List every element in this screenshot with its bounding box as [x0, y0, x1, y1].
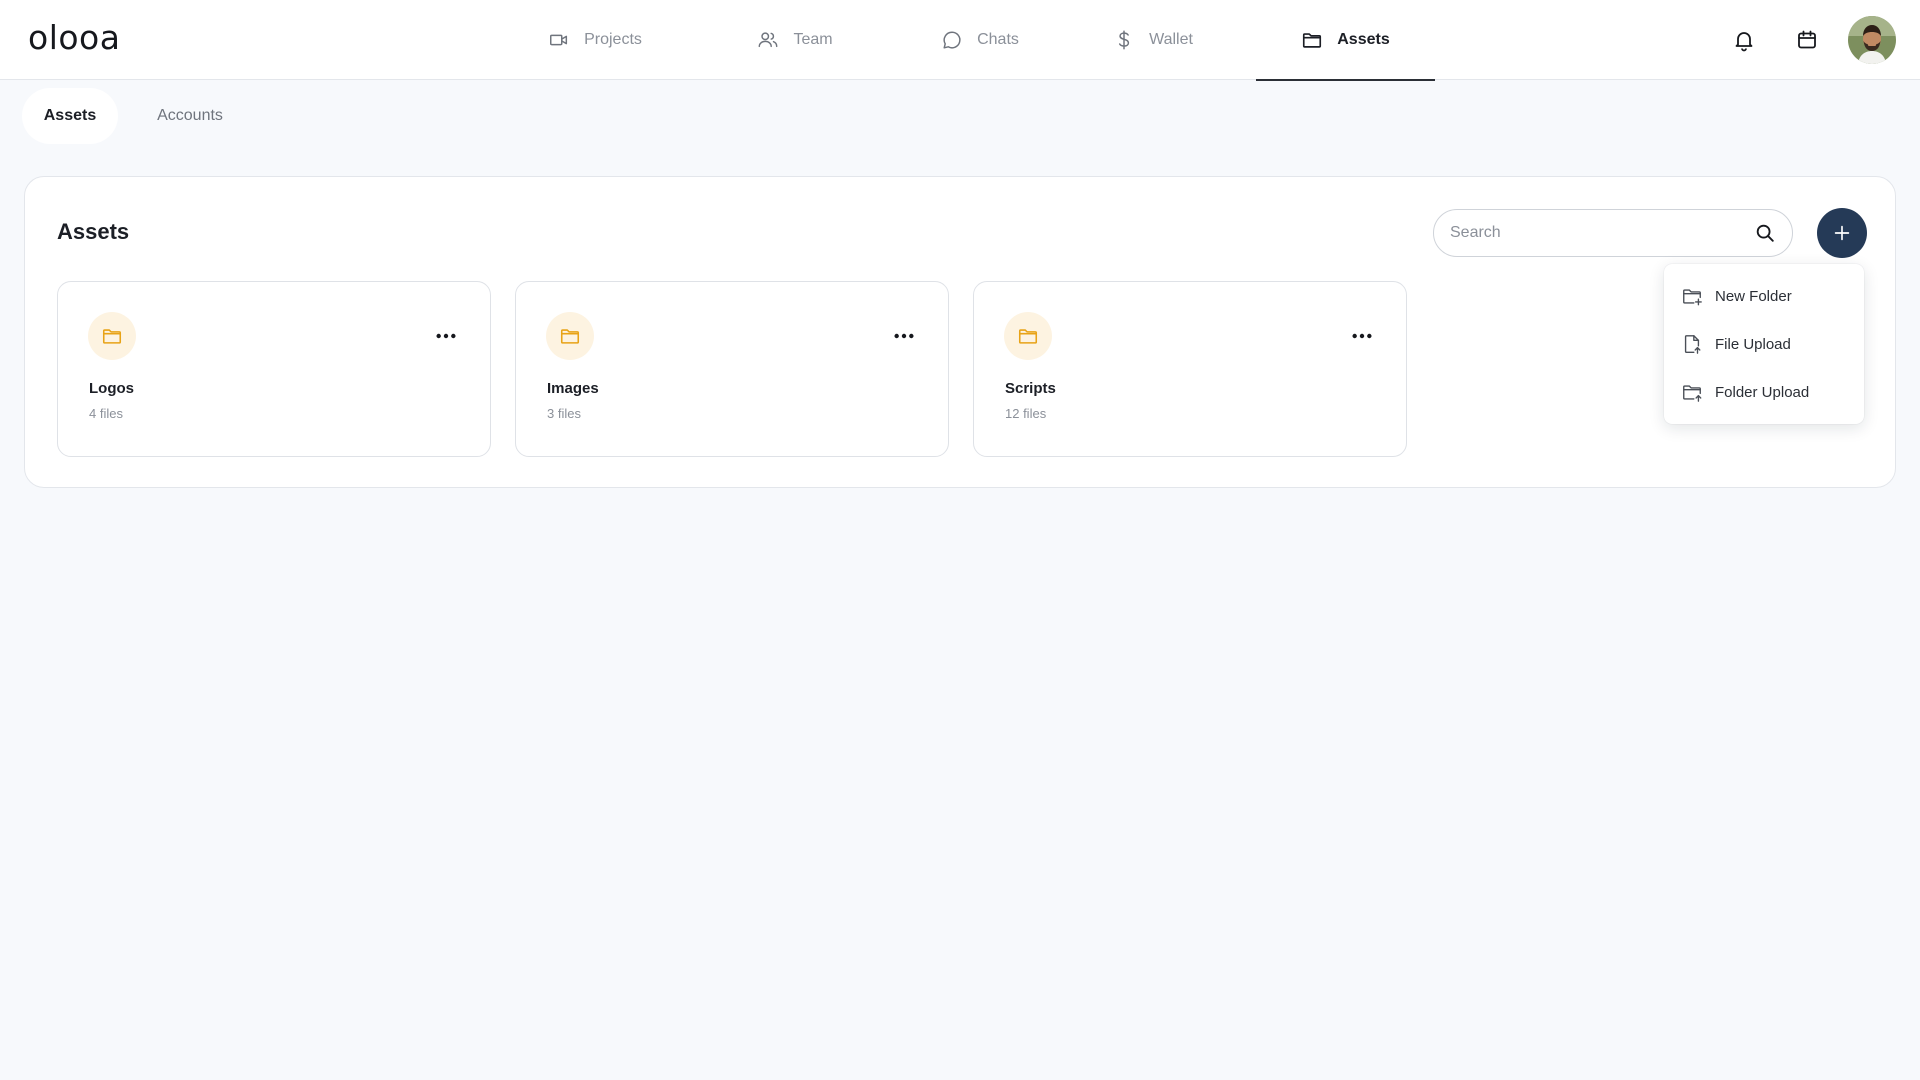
- folder-upload-icon: [1683, 385, 1702, 402]
- avatar[interactable]: [1848, 16, 1896, 64]
- folder-file-count: 3 files: [547, 406, 581, 421]
- calendar-button[interactable]: [1795, 28, 1819, 52]
- plus-icon: [1834, 225, 1850, 241]
- ellipsis-icon: [436, 333, 456, 339]
- nav-item-chats[interactable]: Chats: [905, 0, 1055, 80]
- folder-badge: [88, 312, 136, 360]
- ellipsis-icon: [894, 333, 914, 339]
- folder-card-logos[interactable]: Logos 4 files: [57, 281, 491, 457]
- nav-item-wallet[interactable]: Wallet: [1078, 0, 1228, 80]
- page-title: Assets: [57, 219, 130, 244]
- folder-card-scripts[interactable]: Scripts 12 files: [973, 281, 1407, 457]
- tab-assets[interactable]: Assets: [22, 88, 118, 144]
- folder-file-count: 4 files: [89, 406, 123, 421]
- menu-item-label: File Upload: [1715, 335, 1791, 353]
- folder-card-images[interactable]: Images 3 files: [515, 281, 949, 457]
- more-options-button[interactable]: [432, 322, 460, 350]
- top-navigation: olooa Projects Team Chats Wallet Assets: [0, 0, 1920, 81]
- user-avatar-image: [1848, 16, 1896, 64]
- add-dropdown-menu: New Folder File Upload Folder Upload: [1664, 264, 1864, 424]
- search-box: [1433, 209, 1793, 257]
- folder-icon: [1018, 329, 1038, 344]
- nav-item-projects[interactable]: Projects: [520, 0, 670, 80]
- file-upload-icon: [1684, 335, 1701, 354]
- nav-label: Projects: [584, 31, 642, 48]
- menu-item-label: New Folder: [1715, 287, 1792, 305]
- folder-name: Logos: [89, 380, 134, 397]
- notifications-button[interactable]: [1732, 28, 1756, 52]
- add-button[interactable]: [1817, 208, 1867, 258]
- folder-name: Images: [547, 380, 599, 397]
- folder-badge: [1004, 312, 1052, 360]
- search-icon[interactable]: [1754, 222, 1776, 244]
- app-logo[interactable]: olooa: [28, 18, 120, 57]
- folder-icon: [1303, 33, 1322, 48]
- ellipsis-icon: [1352, 333, 1372, 339]
- nav-label: Wallet: [1149, 31, 1193, 48]
- menu-item-label: Folder Upload: [1715, 383, 1810, 401]
- folder-badge: [546, 312, 594, 360]
- search-input[interactable]: [1450, 224, 1754, 242]
- nav-label: Assets: [1337, 31, 1390, 48]
- menu-item-file-upload[interactable]: File Upload: [1664, 320, 1864, 368]
- nav-item-assets[interactable]: Assets: [1256, 0, 1435, 81]
- menu-item-new-folder[interactable]: New Folder: [1664, 272, 1864, 320]
- folder-plus-icon: [1683, 289, 1702, 306]
- nav-label: Chats: [977, 31, 1019, 48]
- more-options-button[interactable]: [890, 322, 918, 350]
- users-icon: [758, 32, 778, 48]
- dollar-icon: [1119, 30, 1130, 50]
- folder-name: Scripts: [1005, 380, 1056, 397]
- folder-icon: [102, 329, 122, 344]
- chat-bubble-icon: [943, 31, 961, 49]
- assets-panel: Assets Logos 4 files: [24, 176, 1896, 488]
- nav-label: Team: [793, 31, 833, 48]
- calendar-icon: [1798, 30, 1816, 49]
- menu-item-folder-upload[interactable]: Folder Upload: [1664, 368, 1864, 416]
- folder-icon: [560, 329, 580, 344]
- video-camera-icon: [550, 34, 568, 46]
- nav-item-team[interactable]: Team: [720, 0, 870, 80]
- more-options-button[interactable]: [1348, 322, 1376, 350]
- tab-accounts[interactable]: Accounts: [140, 88, 240, 144]
- bell-icon: [1735, 32, 1753, 52]
- folder-file-count: 12 files: [1005, 406, 1047, 421]
